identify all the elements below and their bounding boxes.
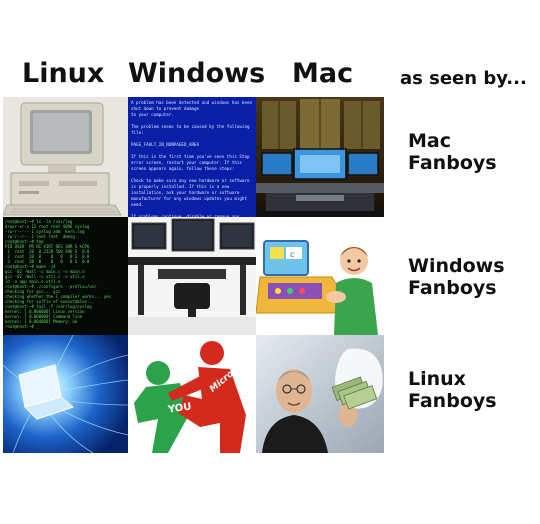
row-label-line1: Linux — [408, 368, 466, 390]
header-windows: Windows — [128, 58, 266, 89]
row-label-line1: Windows — [408, 255, 505, 277]
cell-linux-by-mac-fans — [3, 97, 128, 217]
cell-mac-by-mac-fans — [256, 97, 384, 217]
cell-windows-by-windows-fans — [128, 217, 256, 335]
terminal-text: root@host:~# ls -la /var/log drwxr-xr-x … — [3, 217, 128, 335]
svg-text:c: c — [290, 250, 294, 259]
row-label-mac-fanboys: Mac Fanboys — [408, 130, 497, 174]
glowing-laptop-image — [3, 335, 128, 453]
comparison-grid: A problem has been detected and windows … — [3, 97, 384, 453]
cell-mac-by-windows-fans: c — [256, 217, 384, 335]
row-label-linux-fanboys: Linux Fanboys — [408, 368, 497, 412]
cell-windows-by-linux-fans: YOU Microsoft — [128, 335, 256, 453]
header-as-seen-by: as seen by... — [400, 68, 527, 89]
cell-linux-by-windows-fans: root@host:~# ls -la /var/log drwxr-xr-x … — [3, 217, 128, 335]
cell-linux-by-linux-fans — [3, 335, 128, 453]
man-holding-money-image — [256, 335, 384, 453]
header-mac: Mac — [292, 58, 354, 89]
old-computer-image — [3, 97, 128, 217]
row-label-windows-fanboys: Windows Fanboys — [408, 255, 505, 299]
cell-mac-by-linux-fans — [256, 335, 384, 453]
row-label-line2: Fanboys — [408, 390, 497, 412]
row-label-line2: Fanboys — [408, 152, 497, 174]
multi-monitor-desk-image — [128, 217, 256, 335]
header-linux: Linux — [22, 58, 105, 89]
row-label-line1: Mac — [408, 130, 451, 152]
microsoft-figure-image — [128, 335, 256, 453]
kid-toy-computer-image: c — [256, 217, 384, 335]
futuristic-workstation-image — [256, 97, 384, 217]
row-label-line2: Fanboys — [408, 277, 497, 299]
blue-screen-text: A problem has been detected and windows … — [128, 97, 256, 217]
cell-windows-by-mac-fans: A problem has been detected and windows … — [128, 97, 256, 217]
